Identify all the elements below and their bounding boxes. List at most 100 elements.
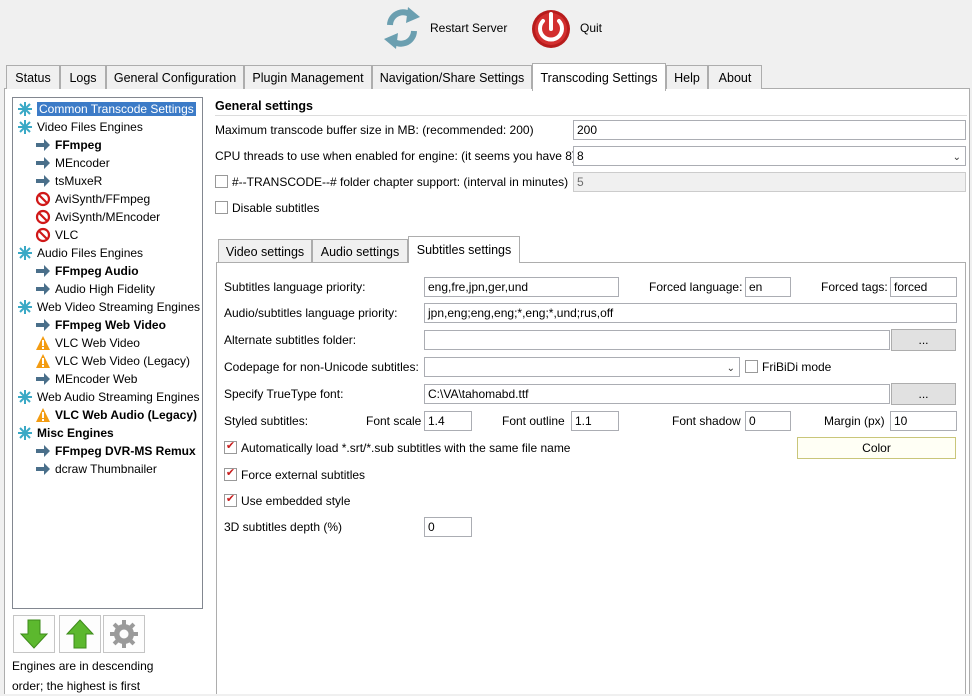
tree-item-vlc[interactable]: VLC xyxy=(35,226,78,244)
font-scale-input[interactable]: 1.4 xyxy=(424,411,472,431)
buffer-size-input[interactable]: 200 xyxy=(573,120,966,140)
tree-item-audio-high-fidelity[interactable]: Audio High Fidelity xyxy=(35,280,155,298)
arrow-right-icon xyxy=(36,319,50,331)
arrow-right-icon xyxy=(36,445,50,457)
general-settings-title: General settings xyxy=(215,99,313,113)
tab-status[interactable]: Status xyxy=(6,65,60,90)
subtab-subtitles-settings[interactable]: Subtitles settings xyxy=(408,236,520,263)
arrow-up-icon xyxy=(65,619,95,649)
cpu-threads-select[interactable]: 8 ⌄ xyxy=(573,146,966,166)
move-up-button[interactable] xyxy=(59,615,101,653)
forced-tags-label: Forced tags: xyxy=(821,280,888,294)
restart-server-button[interactable]: Restart Server xyxy=(382,4,507,52)
disable-subtitles-checkbox[interactable] xyxy=(215,201,228,214)
tab-plugin-management[interactable]: Plugin Management xyxy=(244,65,372,90)
snowflake-icon xyxy=(18,300,32,314)
font-scale-label: Font scale xyxy=(366,414,422,428)
arrow-right-icon xyxy=(36,373,50,385)
tree-item-vlc-web-audio-legacy[interactable]: VLC Web Audio (Legacy) xyxy=(35,406,197,424)
tree-item-vlc-web-video-legacy[interactable]: VLC Web Video (Legacy) xyxy=(35,352,190,370)
tree-item-web-audio-streaming-engines[interactable]: Web Audio Streaming Engines xyxy=(17,388,200,406)
subtab-audio-settings[interactable]: Audio settings xyxy=(312,239,408,263)
engine-tree[interactable]: Common Transcode Settings Video Files En… xyxy=(12,97,203,609)
margin-input[interactable]: 10 xyxy=(890,411,957,431)
warning-icon xyxy=(36,336,50,350)
autoload-subtitles-checkbox[interactable] xyxy=(224,441,237,454)
codepage-select[interactable]: ⌄ xyxy=(424,357,740,377)
subtab-video-settings[interactable]: Video settings xyxy=(218,239,312,263)
chapter-support-checkbox[interactable] xyxy=(215,175,228,188)
force-external-subtitles-label: Force external subtitles xyxy=(241,468,366,482)
tree-item-avisynth-mencoder[interactable]: AviSynth/MEncoder xyxy=(35,208,160,226)
snowflake-icon xyxy=(18,426,32,440)
tree-item-misc-engines[interactable]: Misc Engines xyxy=(17,424,114,442)
tree-item-tsmuxer[interactable]: tsMuxeR xyxy=(35,172,102,190)
arrow-right-icon xyxy=(36,139,50,151)
tree-item-web-video-streaming-engines[interactable]: Web Video Streaming Engines xyxy=(17,298,200,316)
subtitle-color-button[interactable]: Color xyxy=(797,437,956,459)
alternate-subtitles-folder-label: Alternate subtitles folder: xyxy=(224,333,357,347)
engines-order-note: Engines are in descending order; the hig… xyxy=(12,659,154,693)
no-entry-icon xyxy=(35,209,51,225)
power-icon xyxy=(532,10,570,48)
tree-item-audio-files-engines[interactable]: Audio Files Engines xyxy=(17,244,143,262)
audio-subtitles-priority-input[interactable]: jpn,eng;eng,eng;*,eng;*,und;rus,off xyxy=(424,303,957,323)
fribidi-mode-label: FriBiDi mode xyxy=(762,360,832,374)
general-settings-separator xyxy=(215,115,967,116)
alternate-subtitles-folder-input[interactable] xyxy=(424,330,890,350)
warning-icon xyxy=(36,408,50,422)
tree-item-ffmpeg-web-video[interactable]: FFmpeg Web Video xyxy=(35,316,166,334)
forced-language-label: Forced language: xyxy=(649,280,743,294)
warning-icon xyxy=(36,354,50,368)
quit-button[interactable]: Quit xyxy=(530,4,602,52)
tree-item-dcraw-thumbnailer[interactable]: dcraw Thumbnailer xyxy=(35,460,157,478)
tab-general-configuration[interactable]: General Configuration xyxy=(106,65,244,90)
tree-item-common-transcode-settings[interactable]: Common Transcode Settings xyxy=(17,100,196,118)
tree-item-video-files-engines[interactable]: Video Files Engines xyxy=(17,118,143,136)
audio-subtitles-priority-label: Audio/subtitles language priority: xyxy=(224,306,398,320)
subtitles-depth-input[interactable]: 0 xyxy=(424,517,472,537)
tree-item-avisynth-ffmpeg[interactable]: AviSynth/FFmpeg xyxy=(35,190,150,208)
disable-subtitles-label: Disable subtitles xyxy=(232,201,320,215)
tab-about[interactable]: About xyxy=(708,65,762,90)
arrow-down-icon xyxy=(19,619,49,649)
snowflake-icon xyxy=(18,390,32,404)
subtitles-depth-label: 3D subtitles depth (%) xyxy=(224,520,343,534)
tree-item-mencoder[interactable]: MEncoder xyxy=(35,154,110,172)
snowflake-icon xyxy=(18,102,32,116)
truetype-font-input[interactable]: C:\VA\tahomabd.ttf xyxy=(424,384,890,404)
forced-language-input[interactable]: en xyxy=(745,277,791,297)
engine-settings-button[interactable] xyxy=(103,615,145,653)
tab-logs[interactable]: Logs xyxy=(60,65,106,90)
force-external-subtitles-checkbox[interactable] xyxy=(224,468,237,481)
font-shadow-input[interactable]: 0 xyxy=(745,411,791,431)
tab-transcoding-settings[interactable]: Transcoding Settings xyxy=(532,63,666,91)
arrow-right-icon xyxy=(36,463,50,475)
forced-tags-input[interactable]: forced xyxy=(890,277,957,297)
tree-item-ffmpeg-audio[interactable]: FFmpeg Audio xyxy=(35,262,139,280)
tab-help[interactable]: Help xyxy=(666,65,708,90)
browse-folder-button[interactable]: ... xyxy=(891,329,956,351)
chevron-down-icon: ⌄ xyxy=(726,363,735,374)
toolbar: Restart Server Quit xyxy=(0,0,972,60)
move-down-button[interactable] xyxy=(13,615,55,653)
tree-item-mencoder-web[interactable]: MEncoder Web xyxy=(35,370,137,388)
codepage-label: Codepage for non-Unicode subtitles: xyxy=(224,360,419,374)
font-outline-input[interactable]: 1.1 xyxy=(571,411,619,431)
subtitles-lang-priority-input[interactable]: eng,fre,jpn,ger,und xyxy=(424,277,619,297)
gear-icon xyxy=(110,620,138,648)
buffer-size-label: Maximum transcode buffer size in MB: (re… xyxy=(215,123,534,137)
browse-font-button[interactable]: ... xyxy=(891,383,956,405)
tab-navigation-share-settings[interactable]: Navigation/Share Settings xyxy=(372,65,532,90)
chapter-interval-input[interactable]: 5 xyxy=(573,172,966,192)
cpu-threads-label: CPU threads to use when enabled for engi… xyxy=(215,149,576,163)
tree-item-ffmpeg-dvr-ms-remux[interactable]: FFmpeg DVR-MS Remux xyxy=(35,442,196,460)
arrow-right-icon xyxy=(36,175,50,187)
quit-label: Quit xyxy=(580,21,603,35)
fribidi-mode-checkbox[interactable] xyxy=(745,360,758,373)
tree-item-vlc-web-video[interactable]: VLC Web Video xyxy=(35,334,140,352)
no-entry-icon xyxy=(35,227,51,243)
use-embedded-style-checkbox[interactable] xyxy=(224,494,237,507)
tree-item-ffmpeg[interactable]: FFmpeg xyxy=(35,136,102,154)
snowflake-icon xyxy=(18,120,32,134)
